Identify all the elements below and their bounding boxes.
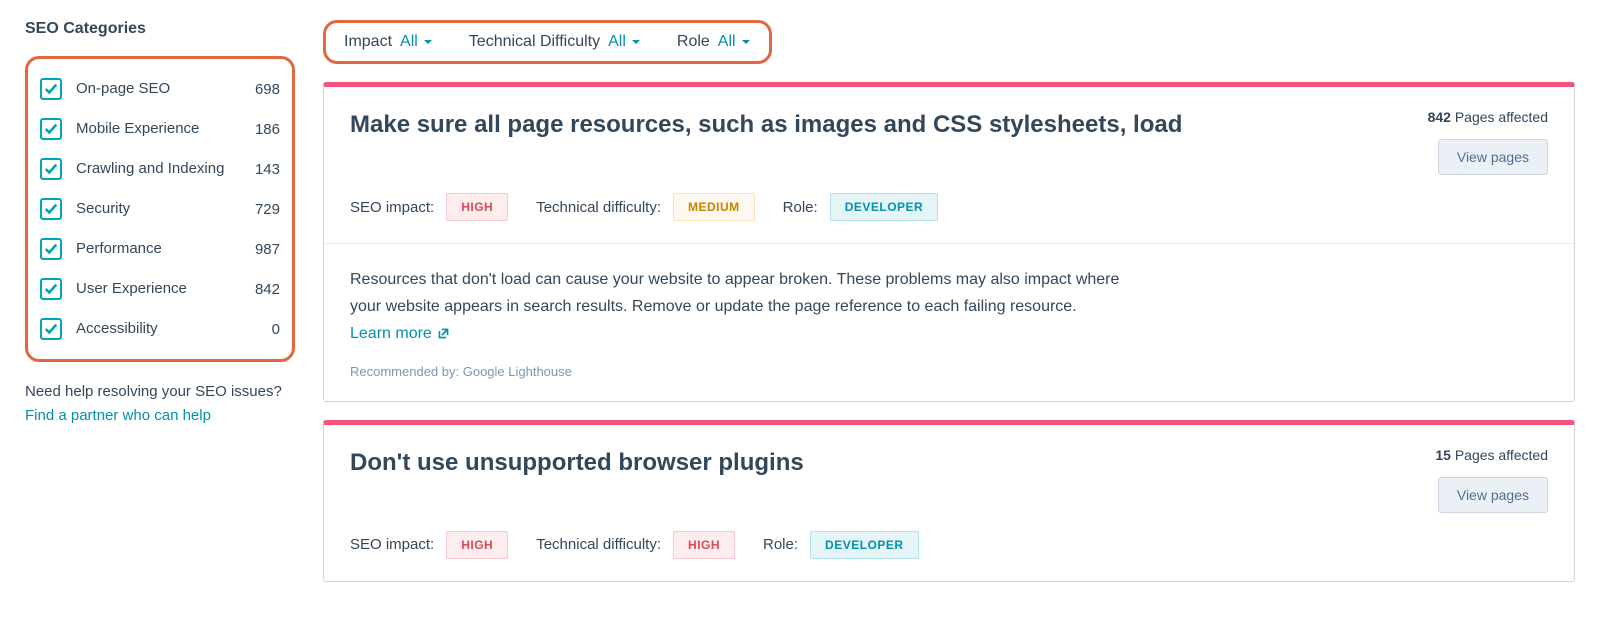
difficulty-badge: MEDIUM	[673, 193, 755, 221]
help-text: Need help resolving your SEO issues? Fin…	[25, 380, 295, 428]
checkbox-icon[interactable]	[40, 118, 62, 140]
checkbox-icon[interactable]	[40, 238, 62, 260]
category-count: 0	[272, 321, 280, 338]
filter-value: All	[608, 33, 641, 51]
category-mobile-experience[interactable]: Mobile Experience 186	[40, 109, 280, 149]
role-badge: DEVELOPER	[830, 193, 939, 221]
filter-impact[interactable]: Impact All	[344, 33, 433, 51]
checkbox-icon[interactable]	[40, 318, 62, 340]
filter-technical-difficulty[interactable]: Technical Difficulty All	[469, 33, 641, 51]
category-label: Security	[76, 199, 249, 219]
pages-affected-label: 842 Pages affected	[1428, 109, 1548, 125]
filter-label: Technical Difficulty	[469, 33, 600, 51]
category-count: 698	[255, 81, 280, 98]
category-on-page-seo[interactable]: On-page SEO 698	[40, 69, 280, 109]
external-link-icon	[437, 327, 450, 340]
role-badge: DEVELOPER	[810, 531, 919, 559]
help-prefix: Need help resolving your SEO issues?	[25, 383, 282, 400]
find-partner-link[interactable]: Find a partner who can help	[25, 407, 211, 424]
role-group: Role: DEVELOPER	[783, 193, 939, 221]
impact-badge: HIGH	[446, 531, 508, 559]
filter-label: Role	[677, 33, 710, 51]
seo-recommendation-card: Don't use unsupported browser plugins 15…	[323, 420, 1575, 582]
difficulty-group: Technical difficulty: HIGH	[536, 531, 735, 559]
categories-highlight-box: On-page SEO 698 Mobile Experience 186 Cr…	[25, 56, 295, 362]
chevron-down-icon	[423, 37, 433, 47]
chevron-down-icon	[631, 37, 641, 47]
tag-label: Technical difficulty:	[536, 536, 661, 553]
card-description: Resources that don't load can cause your…	[350, 266, 1130, 348]
card-meta: 15 Pages affected View pages	[1435, 447, 1548, 513]
sidebar-title: SEO Categories	[25, 20, 295, 38]
category-count: 143	[255, 161, 280, 178]
tag-label: Technical difficulty:	[536, 199, 661, 216]
filter-label: Impact	[344, 33, 392, 51]
learn-more-link[interactable]: Learn more	[350, 320, 450, 347]
recommended-by: Recommended by: Google Lighthouse	[350, 364, 1548, 379]
tag-label: Role:	[763, 536, 798, 553]
category-label: User Experience	[76, 279, 249, 299]
card-title: Make sure all page resources, such as im…	[350, 109, 1408, 140]
seo-impact-group: SEO impact: HIGH	[350, 193, 508, 221]
tag-label: SEO impact:	[350, 536, 434, 553]
card-title: Don't use unsupported browser plugins	[350, 447, 1415, 478]
filter-value: All	[400, 33, 433, 51]
checkbox-icon[interactable]	[40, 278, 62, 300]
sidebar: SEO Categories On-page SEO 698 Mobile Ex…	[25, 20, 295, 600]
filter-bar-highlight-box: Impact All Technical Difficulty All Role…	[323, 20, 772, 64]
checkbox-icon[interactable]	[40, 78, 62, 100]
category-security[interactable]: Security 729	[40, 189, 280, 229]
category-accessibility[interactable]: Accessibility 0	[40, 309, 280, 349]
view-pages-button[interactable]: View pages	[1438, 139, 1548, 175]
category-count: 987	[255, 241, 280, 258]
category-label: Crawling and Indexing	[76, 159, 249, 179]
category-label: On-page SEO	[76, 79, 249, 99]
tag-row: SEO impact: HIGH Technical difficulty: H…	[324, 513, 1574, 581]
category-label: Performance	[76, 239, 249, 259]
category-count: 842	[255, 281, 280, 298]
filter-role[interactable]: Role All	[677, 33, 751, 51]
seo-recommendation-card: Make sure all page resources, such as im…	[323, 82, 1575, 402]
filter-value: All	[718, 33, 751, 51]
difficulty-badge: HIGH	[673, 531, 735, 559]
tag-row: SEO impact: HIGH Technical difficulty: M…	[324, 175, 1574, 243]
difficulty-group: Technical difficulty: MEDIUM	[536, 193, 754, 221]
impact-badge: HIGH	[446, 193, 508, 221]
category-user-experience[interactable]: User Experience 842	[40, 269, 280, 309]
tag-label: SEO impact:	[350, 199, 434, 216]
category-crawling-indexing[interactable]: Crawling and Indexing 143	[40, 149, 280, 189]
checkbox-icon[interactable]	[40, 198, 62, 220]
checkbox-icon[interactable]	[40, 158, 62, 180]
role-group: Role: DEVELOPER	[763, 531, 919, 559]
category-performance[interactable]: Performance 987	[40, 229, 280, 269]
card-meta: 842 Pages affected View pages	[1428, 109, 1548, 175]
tag-label: Role:	[783, 199, 818, 216]
pages-affected-label: 15 Pages affected	[1435, 447, 1548, 463]
main-content: Impact All Technical Difficulty All Role…	[323, 20, 1575, 600]
category-label: Mobile Experience	[76, 119, 249, 139]
seo-impact-group: SEO impact: HIGH	[350, 531, 508, 559]
category-label: Accessibility	[76, 319, 266, 339]
category-count: 186	[255, 121, 280, 138]
chevron-down-icon	[741, 37, 751, 47]
view-pages-button[interactable]: View pages	[1438, 477, 1548, 513]
card-body: Resources that don't load can cause your…	[324, 243, 1574, 401]
category-count: 729	[255, 201, 280, 218]
